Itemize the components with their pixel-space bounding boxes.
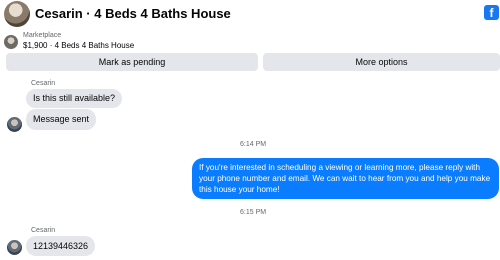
sender-avatar — [7, 240, 22, 255]
sender-name: Cesarin — [31, 227, 56, 234]
message-bubble[interactable]: Message sent — [26, 109, 97, 130]
timestamp: 6:14 PM — [240, 141, 267, 148]
facebook-icon: f — [484, 5, 499, 20]
sender-name: Cesarin — [31, 80, 56, 87]
marketplace-label: Marketplace — [23, 32, 62, 39]
timestamp: 6:15 PM — [240, 209, 267, 216]
contact-avatar[interactable] — [4, 1, 30, 27]
marketplace-listing[interactable]: Marketplace $1,900 · 4 Beds 4 Baths Hous… — [0, 29, 500, 53]
more-options-button[interactable]: More options — [263, 53, 500, 71]
outgoing-message-bubble[interactable]: If you're interested in scheduling a vie… — [192, 158, 499, 199]
sender-avatar — [7, 117, 22, 132]
conversation-title[interactable]: Cesarin · 4 Beds 4 Baths House — [35, 6, 231, 21]
message-bubble[interactable]: 12139446326 — [26, 236, 96, 256]
listing-thumbnail — [4, 35, 18, 49]
conversation-header: Cesarin · 4 Beds 4 Baths House f — [0, 0, 500, 28]
listing-detail: $1,900 · 4 Beds 4 Baths House — [23, 41, 135, 50]
message-bubble[interactable]: Is this still available? — [26, 89, 123, 108]
mark-as-pending-button[interactable]: Mark as pending — [6, 53, 258, 71]
